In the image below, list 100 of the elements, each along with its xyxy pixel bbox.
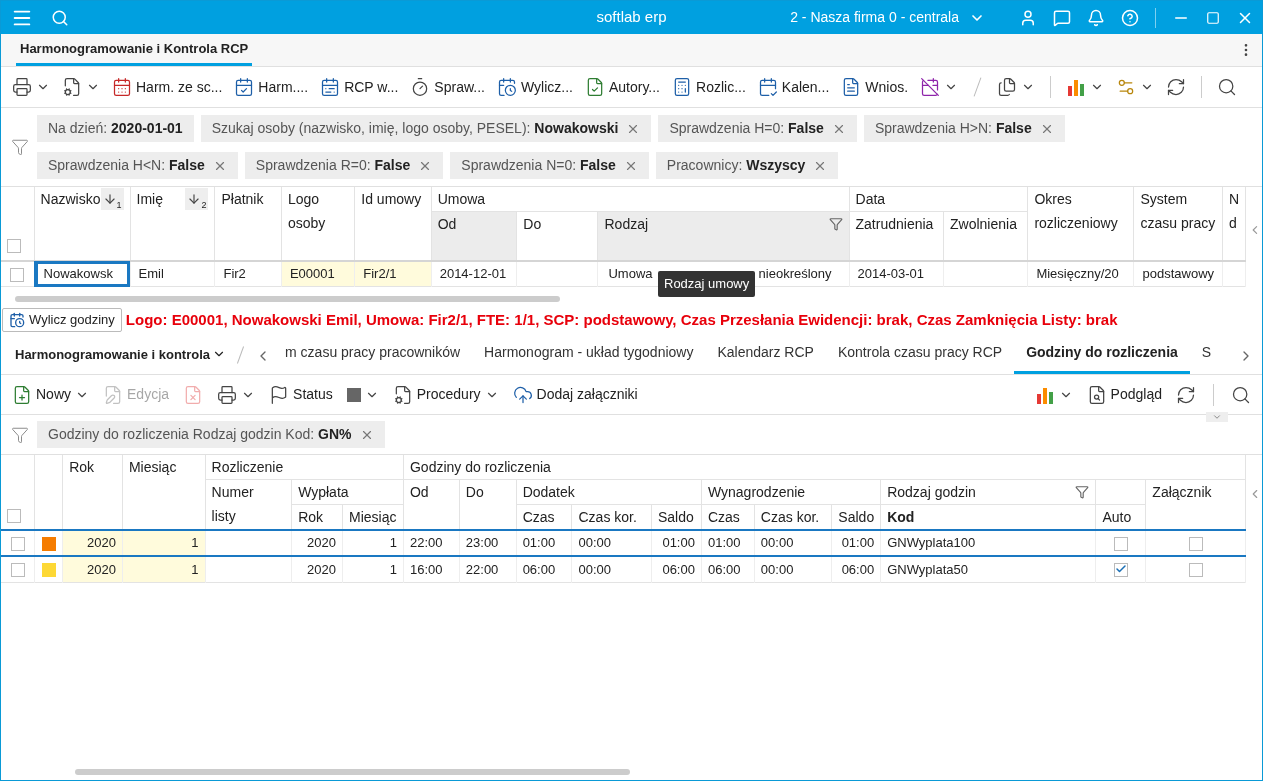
tab[interactable]: Godziny do rozliczenia: [1014, 342, 1190, 374]
tab[interactable]: m czasu pracy pracowników: [273, 342, 473, 374]
column-header[interactable]: Rozliczenie: [211, 455, 284, 479]
filter-chip[interactable]: Godziny do rozliczenia Rodzaj godzin Kod: GN%: [37, 421, 385, 448]
column-header[interactable]: Czas: [522, 505, 555, 529]
toolbar-button[interactable]: Harm. ze sc...: [109, 72, 226, 102]
column-header[interactable]: Numer listy: [211, 480, 254, 528]
column-header[interactable]: Imię: [136, 187, 163, 211]
filter-chip[interactable]: Sprawdzenia H>N: False: [863, 115, 1065, 142]
toolbar-button[interactable]: Wylicz...: [493, 72, 576, 102]
column-header[interactable]: Wynagrodzenie: [707, 480, 806, 504]
checkbox[interactable]: [10, 563, 25, 578]
filter-chip[interactable]: Szukaj osoby (nazwisko, imię, logo osoby, PESEL): Nowakowski: [200, 115, 652, 142]
toolbar-button[interactable]: Status: [266, 379, 336, 410]
column-header[interactable]: Zatrudnienia: [855, 212, 934, 236]
filter-chip[interactable]: Sprawdzenia H=0: False: [658, 115, 857, 142]
table-cell-text: 01:00: [706, 535, 742, 551]
checkbox[interactable]: [1113, 536, 1128, 551]
column-header[interactable]: Rodzaj: [604, 212, 649, 236]
tab[interactable]: Kontrola czasu pracy RCP: [825, 342, 1015, 374]
filter-chip[interactable]: Sprawdzenia H<N: False: [37, 152, 238, 179]
toolbar-button[interactable]: Spraw...: [407, 72, 488, 102]
filter-text: Szukaj osoby (nazwisko, imię, logo osoby, PESEL): Nowakowski: [211, 119, 619, 138]
checkbox[interactable]: [10, 536, 25, 551]
checkbox[interactable]: [1188, 536, 1203, 551]
column-header[interactable]: Od: [409, 480, 429, 504]
column-header[interactable]: Płatnik: [221, 187, 264, 211]
checkbox[interactable]: [1188, 563, 1203, 578]
column-header[interactable]: Zwolnienia: [950, 212, 1017, 236]
column-header[interactable]: Umowa: [437, 187, 486, 211]
table-cell-text: 1: [388, 535, 398, 551]
toolbar-button[interactable]: Dodaj załączniki: [509, 379, 641, 410]
column-header[interactable]: Rok: [69, 455, 95, 479]
checkbox[interactable]: [1113, 563, 1128, 578]
column-header[interactable]: Auto: [1102, 505, 1132, 529]
column-header[interactable]: Kod: [887, 505, 915, 529]
table-cell-text: 00:00: [759, 561, 795, 577]
toolbar-button[interactable]: Harm....: [231, 72, 312, 102]
checkbox[interactable]: [10, 267, 25, 282]
column-header[interactable]: Do: [523, 212, 542, 236]
column-header[interactable]: Czas kor.: [578, 505, 637, 529]
checkbox[interactable]: [7, 508, 21, 523]
filter-icon[interactable]: [828, 217, 843, 231]
column-header[interactable]: Data: [855, 187, 886, 211]
toolbar-button[interactable]: Wnios.: [838, 72, 912, 102]
column-header[interactable]: Rok: [298, 505, 324, 529]
sort-indicator[interactable]: 2: [185, 188, 209, 210]
table-cell-text: 2020: [306, 561, 337, 577]
chat-icon[interactable]: [1053, 8, 1071, 27]
column-header[interactable]: Załącznik: [1152, 480, 1212, 504]
filter-icon[interactable]: [11, 425, 29, 444]
filter-chip[interactable]: Na dzień: 2020-01-01: [37, 115, 194, 142]
filter-chip[interactable]: Pracownicy: Wszyscy: [655, 152, 839, 179]
column-header[interactable]: Do: [465, 480, 484, 504]
maximize-icon[interactable]: [1206, 10, 1220, 25]
calendar-icon: [112, 77, 132, 97]
help-icon[interactable]: [1121, 8, 1139, 27]
toolbar-button[interactable]: Podgląd: [1083, 379, 1165, 410]
column-header[interactable]: N d: [1229, 187, 1240, 235]
column-header[interactable]: System czasu pracy: [1140, 187, 1216, 235]
toolbar-button[interactable]: Nowy: [9, 379, 92, 410]
scrollbar-thumb[interactable]: [15, 296, 560, 302]
table-cell-text: Emil: [137, 264, 165, 283]
filter-chip[interactable]: Sprawdzenia N=0: False: [450, 152, 649, 179]
column-header[interactable]: Wypłata: [298, 480, 349, 504]
column-header[interactable]: Miesiąc: [128, 455, 177, 479]
table-cell-text: Miesięczny/20: [1035, 264, 1120, 283]
document-tab[interactable]: Harmonogramowanie i Kontrola RCP: [16, 38, 253, 66]
toolbar-button[interactable]: Procedury: [389, 379, 502, 410]
bell-icon[interactable]: [1087, 8, 1105, 27]
column-header[interactable]: Godziny do rozliczenia: [409, 455, 551, 479]
filter-chip[interactable]: Sprawdzenia R=0: False: [244, 152, 444, 179]
toolbar-button[interactable]: Kalen...: [754, 72, 833, 102]
sort-indicator[interactable]: 1: [100, 188, 124, 210]
tab[interactable]: Harmonogram - układ tygodniowy: [472, 342, 706, 374]
filter-icon[interactable]: [1075, 485, 1090, 499]
column-header[interactable]: Logo osoby: [287, 187, 326, 235]
column-header[interactable]: Od: [437, 212, 457, 236]
tab[interactable]: S: [1189, 342, 1224, 374]
column-header[interactable]: Dodatek: [522, 480, 575, 504]
column-header[interactable]: Nazwisko: [40, 187, 101, 211]
toolbar-button[interactable]: RCP w...: [317, 72, 402, 102]
toolbar-button[interactable]: Rozlic...: [669, 72, 749, 102]
toolbar-button[interactable]: Autory...: [581, 72, 663, 102]
filter-text: Sprawdzenia N=0: False: [461, 156, 616, 175]
checkbox[interactable]: [7, 239, 21, 254]
module-dropdown[interactable]: Harmonogramowanie i kontrola: [15, 344, 227, 374]
user-icon[interactable]: [1019, 8, 1037, 27]
column-header[interactable]: Okres rozliczeniowy: [1034, 187, 1118, 235]
column-header[interactable]: Id umowy: [361, 187, 422, 211]
scrollbar-thumb[interactable]: [75, 769, 630, 775]
column-header[interactable]: Czas: [707, 505, 740, 529]
table-cell-text: 1: [388, 561, 398, 577]
calendar-check-icon: [234, 77, 255, 97]
search-icon[interactable]: [51, 8, 69, 27]
calculate-hours-button[interactable]: Wylicz godziny: [2, 308, 122, 332]
filter-icon[interactable]: [11, 138, 29, 156]
column-header[interactable]: Rodzaj godzin: [887, 480, 976, 504]
tab[interactable]: Kalendarz RCP: [705, 342, 826, 374]
column-header[interactable]: Czas kor.: [760, 505, 820, 529]
